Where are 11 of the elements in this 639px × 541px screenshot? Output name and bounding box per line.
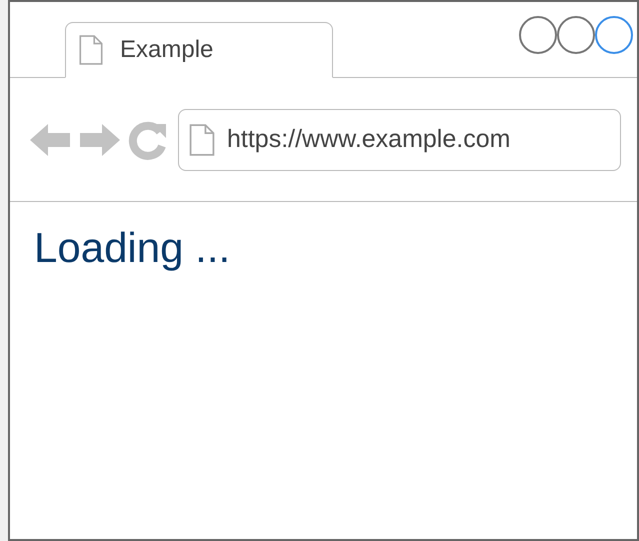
page-icon <box>78 35 104 65</box>
address-bar[interactable]: https://www.example.com <box>178 108 621 170</box>
browser-tab[interactable]: Example <box>65 22 333 78</box>
window-button[interactable] <box>557 16 595 54</box>
window-button[interactable] <box>595 16 633 54</box>
url-text: https://www.example.com <box>227 124 510 155</box>
window-button[interactable] <box>519 16 557 54</box>
loading-text: Loading ... <box>34 224 230 271</box>
tab-title: Example <box>120 35 214 65</box>
page-icon <box>189 124 215 156</box>
reload-icon[interactable] <box>128 120 168 160</box>
